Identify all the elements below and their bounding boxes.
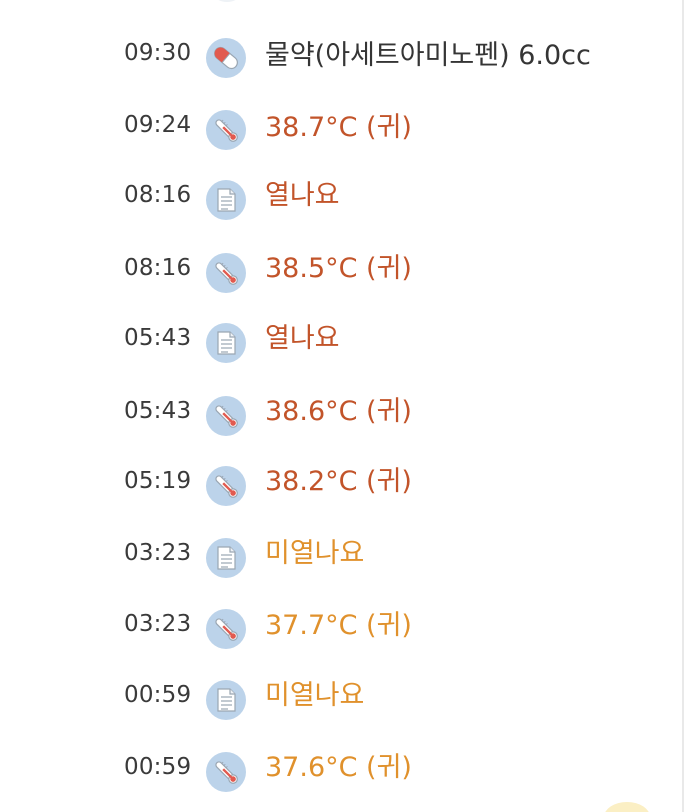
entry-text: 38.5°C (귀) <box>265 253 412 284</box>
log-entry[interactable]: 05:19 38.2°C (귀) <box>0 466 682 526</box>
entry-time: 09:30 <box>124 40 192 66</box>
thermometer-icon <box>206 752 246 792</box>
thermometer-icon <box>206 609 246 649</box>
entry-time: 05:19 <box>124 468 192 494</box>
log-entry[interactable]: 03:23 미열나요 <box>0 538 682 598</box>
thermometer-icon <box>206 253 246 293</box>
memo-icon <box>206 180 246 220</box>
log-entry[interactable]: 00:59 미열나요 <box>0 680 682 740</box>
entry-text: 미열나요 <box>265 680 365 711</box>
entry-text: 37.7°C (귀) <box>265 610 412 641</box>
entry-text: 37.6°C (귀) <box>265 752 412 783</box>
entry-time: 05:43 <box>124 325 192 351</box>
log-entry[interactable]: 09:24 38.7°C (귀) <box>0 110 682 170</box>
log-entry[interactable]: 05:43 38.6°C (귀) <box>0 396 682 456</box>
memo-icon <box>206 538 246 578</box>
entry-time: 08:16 <box>124 255 192 281</box>
entry-text: 미열나요 <box>265 538 365 569</box>
memo-icon <box>206 680 246 720</box>
log-entry[interactable]: 05:43 열나요 <box>0 323 682 383</box>
memo-icon <box>206 323 246 363</box>
entry-time: 03:23 <box>124 611 192 637</box>
entry-text: 38.7°C (귀) <box>265 112 412 143</box>
entry-text: 열나요 <box>265 323 340 354</box>
entry-time: 05:43 <box>124 398 192 424</box>
entry-text: 열나요 <box>265 180 340 211</box>
entry-text: 38.6°C (귀) <box>265 396 412 427</box>
pill-icon <box>206 38 246 78</box>
thermometer-icon <box>206 466 246 506</box>
log-entry[interactable]: 08:16 열나요 <box>0 180 682 240</box>
log-entry[interactable]: 03:23 37.7°C (귀) <box>0 609 682 669</box>
entry-time: 03:23 <box>124 540 192 566</box>
log-list: 09:30 물약(아세트아미노펜) 6.0cc 09:24 38.7°C (귀)… <box>0 0 682 812</box>
thermometer-icon <box>206 110 246 150</box>
log-entry[interactable]: 00:59 37.6°C (귀) <box>0 752 682 812</box>
log-entry[interactable]: 09:30 물약(아세트아미노펜) 6.0cc <box>0 38 682 98</box>
entry-text: 38.2°C (귀) <box>265 466 412 497</box>
symptom-log-page: 09:30 물약(아세트아미노펜) 6.0cc 09:24 38.7°C (귀)… <box>0 0 684 812</box>
entry-text: 물약(아세트아미노펜) 6.0cc <box>265 40 591 71</box>
entry-time: 09:24 <box>124 112 192 138</box>
log-entry[interactable]: 08:16 38.5°C (귀) <box>0 253 682 313</box>
thermometer-icon <box>206 396 246 436</box>
entry-time: 00:59 <box>124 682 192 708</box>
entry-time: 08:16 <box>124 182 192 208</box>
entry-time: 00:59 <box>124 754 192 780</box>
